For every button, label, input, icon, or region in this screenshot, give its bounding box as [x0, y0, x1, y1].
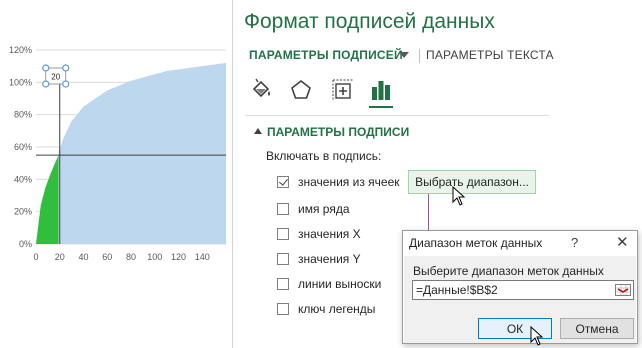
pareto-chart[interactable]: 0% 20% 40% 60% 80% 100% 120% 0 20 40 60 80 100 120 140… [0, 0, 232, 348]
dialog-titlebar[interactable]: Диапазон меток данных ? ✕ [403, 231, 637, 255]
section-title[interactable]: ПАРАМЕТРЫ ПОДПИСИ [267, 125, 409, 139]
x-tick-label: 80 [126, 252, 136, 262]
data-label-range-dialog: Диапазон меток данных ? ✕ Выберите диапа… [402, 230, 638, 344]
collapse-triangle-icon[interactable] [254, 128, 262, 134]
checkbox-cell-values[interactable]: значения из ячеек [277, 174, 400, 190]
checkbox[interactable] [277, 253, 289, 265]
checkbox[interactable] [277, 303, 289, 315]
checkbox-label: значения X [298, 227, 361, 241]
checkbox-y-values[interactable]: значения Y [277, 251, 361, 267]
checkbox[interactable] [277, 176, 289, 188]
range-input[interactable] [413, 282, 609, 298]
x-tick-label: 40 [78, 252, 88, 262]
checkbox-label: ключ легенды [298, 302, 376, 316]
select-range-button[interactable]: Выбрать диапазон... [408, 170, 536, 194]
selection-handle [42, 64, 50, 72]
cancel-button[interactable]: Отмена [560, 318, 634, 339]
checkbox[interactable] [277, 228, 289, 240]
effects-pentagon-icon[interactable] [287, 76, 315, 104]
label-options-bar-chart-icon[interactable] [367, 76, 395, 104]
mouse-pointer-icon [530, 326, 544, 346]
pane-title: Формат подписей данных [244, 10, 495, 33]
selection-handle [42, 80, 50, 88]
collapse-dialog-icon[interactable] [614, 282, 632, 298]
y-tick-label: 0% [19, 239, 32, 249]
y-tick-label: 120% [9, 45, 32, 55]
selection-handle [62, 80, 70, 88]
y-tick-label: 100% [9, 77, 32, 87]
fill-line-icon[interactable] [247, 76, 275, 104]
checkbox-label: значения Y [298, 252, 361, 266]
checkbox[interactable] [277, 278, 289, 290]
dialog-body: Выберите диапазон меток данных ОК Отмена [404, 256, 636, 343]
chevron-down-icon[interactable] [399, 52, 409, 58]
close-icon[interactable]: ✕ [616, 233, 629, 251]
checkbox[interactable] [277, 203, 289, 215]
pane-divider [245, 115, 549, 116]
dialog-prompt: Выберите диапазон меток данных [413, 264, 604, 278]
range-input-box[interactable] [412, 280, 634, 300]
y-tick-label: 40% [14, 174, 32, 184]
tab-separator [419, 49, 420, 63]
checkbox-label: линии выноски [298, 277, 382, 291]
x-tick-label: 100 [147, 252, 162, 262]
checkbox-label: значения из ячеек [298, 175, 400, 189]
mouse-pointer-icon [452, 186, 466, 206]
data-label-text: 20 [51, 73, 60, 82]
x-tick-label: 60 [102, 252, 112, 262]
checkbox-label: имя ряда [298, 202, 350, 216]
x-tick-label: 120 [171, 252, 186, 262]
help-icon[interactable]: ? [571, 235, 578, 250]
x-tick-label: 20 [55, 252, 65, 262]
checkbox-series-name[interactable]: имя ряда [277, 201, 350, 217]
chart-area[interactable]: 0% 20% 40% 60% 80% 100% 120% 0 20 40 60 80 100 120 140… [0, 0, 232, 348]
callout-connector-line [428, 194, 429, 232]
y-tick-label: 80% [14, 110, 32, 120]
area-series-cumulative [58, 62, 226, 244]
tab-label-options[interactable]: ПАРАМЕТРЫ ПОДПИСЕЙ [249, 48, 403, 62]
active-icon-underline [369, 106, 393, 108]
x-tick-label: 0 [33, 252, 38, 262]
y-tick-label: 60% [14, 142, 32, 152]
size-properties-icon[interactable] [329, 76, 357, 104]
tab-text-options[interactable]: ПАРАМЕТРЫ ТЕКСТА [426, 48, 554, 62]
checkbox-leader-lines[interactable]: линии выноски [277, 276, 381, 292]
x-tick-label: 140 [195, 252, 210, 262]
dialog-title: Диапазон меток данных [409, 236, 543, 250]
area-series-highlight [36, 155, 59, 244]
checkbox-legend-key[interactable]: ключ легенды [277, 301, 375, 317]
y-tick-label: 20% [14, 207, 32, 217]
include-in-label-heading: Включать в подпись: [266, 149, 382, 163]
checkbox-x-values[interactable]: значения X [277, 226, 361, 242]
selection-handle [62, 64, 70, 72]
